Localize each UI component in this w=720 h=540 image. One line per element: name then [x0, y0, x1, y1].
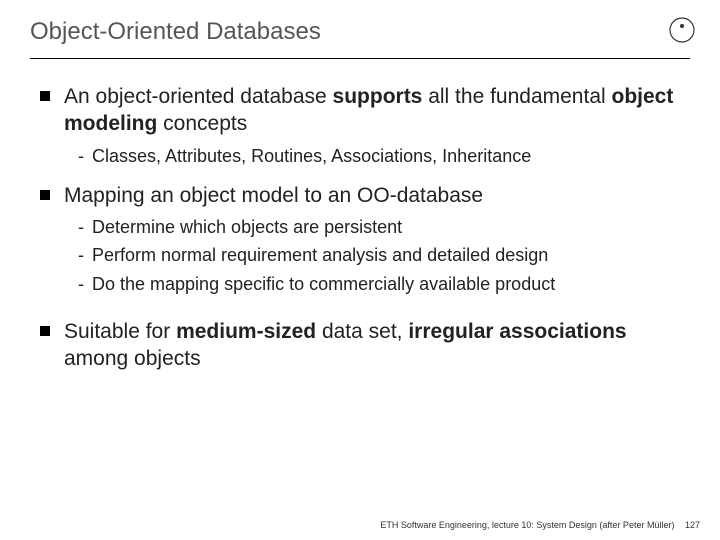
sub-item: - Classes, Attributes, Routines, Associa… [78, 144, 682, 168]
bullet-item: Suitable for medium-sized data set, irre… [40, 318, 682, 373]
slide-body: An object-oriented database supports all… [30, 83, 690, 373]
sub-item: - Determine which objects are persistent [78, 215, 682, 239]
sub-text: Perform normal requirement analysis and … [92, 243, 548, 267]
dash-icon: - [78, 144, 92, 168]
sub-text: Classes, Attributes, Routines, Associati… [92, 144, 531, 168]
bullet-text: An object-oriented database supports all… [64, 83, 682, 138]
bullet-item: Mapping an object model to an OO-databas… [40, 182, 682, 209]
slide: Object-Oriented Databases An object-orie… [0, 0, 720, 540]
sub-text: Determine which objects are persistent [92, 215, 402, 239]
dash-icon: - [78, 243, 92, 267]
sub-item: - Do the mapping specific to commerciall… [78, 272, 682, 296]
bullet-text: Suitable for medium-sized data set, irre… [64, 318, 682, 373]
page-number: 127 [685, 520, 700, 530]
dash-icon: - [78, 272, 92, 296]
square-bullet-icon [40, 190, 50, 200]
bullet-text: Mapping an object model to an OO-databas… [64, 182, 483, 209]
sub-text: Do the mapping specific to commercially … [92, 272, 555, 296]
sub-item: - Perform normal requirement analysis an… [78, 243, 682, 267]
eth-logo-icon [668, 16, 696, 49]
footer: ETH Software Engineering, lecture 10: Sy… [380, 520, 700, 530]
slide-title: Object-Oriented Databases [30, 18, 690, 56]
square-bullet-icon [40, 91, 50, 101]
divider [30, 58, 690, 59]
dash-icon: - [78, 215, 92, 239]
footer-text: ETH Software Engineering, lecture 10: Sy… [380, 520, 674, 530]
square-bullet-icon [40, 326, 50, 336]
bullet-item: An object-oriented database supports all… [40, 83, 682, 138]
